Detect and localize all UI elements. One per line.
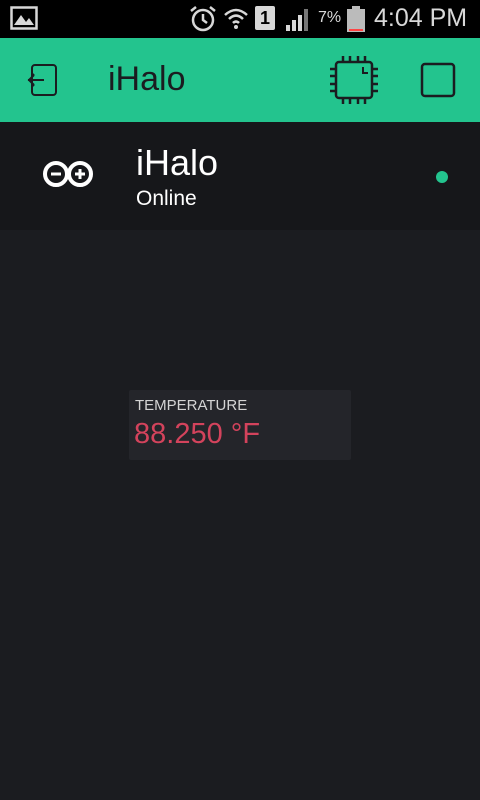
device-header[interactable]: iHalo Online bbox=[0, 122, 480, 230]
device-chip-icon[interactable] bbox=[328, 54, 380, 106]
device-name: iHalo bbox=[136, 142, 219, 183]
temperature-widget[interactable]: TEMPERATURE 88.250 °F bbox=[129, 390, 351, 460]
exit-project-icon[interactable] bbox=[22, 60, 62, 100]
sim-slot-badge: 1 bbox=[255, 6, 275, 30]
gallery-notification-icon bbox=[10, 6, 38, 30]
app-title: iHalo bbox=[108, 60, 186, 98]
signal-strength-icon bbox=[286, 9, 308, 31]
status-bar: 1 7% 4:04 PM bbox=[0, 0, 480, 38]
device-status: Online bbox=[136, 187, 197, 210]
status-clock: 4:04 PM bbox=[374, 4, 468, 32]
stop-icon[interactable] bbox=[418, 60, 458, 100]
battery-percent: 7% bbox=[318, 9, 342, 26]
wifi-icon bbox=[224, 8, 248, 29]
app-bar: iHalo bbox=[0, 38, 480, 122]
online-indicator bbox=[436, 171, 448, 183]
battery-icon bbox=[347, 6, 365, 32]
arduino-icon bbox=[43, 161, 93, 187]
alarm-icon bbox=[190, 6, 216, 32]
widget-value: 88.250 °F bbox=[134, 418, 261, 450]
widget-label: TEMPERATURE bbox=[135, 397, 248, 414]
